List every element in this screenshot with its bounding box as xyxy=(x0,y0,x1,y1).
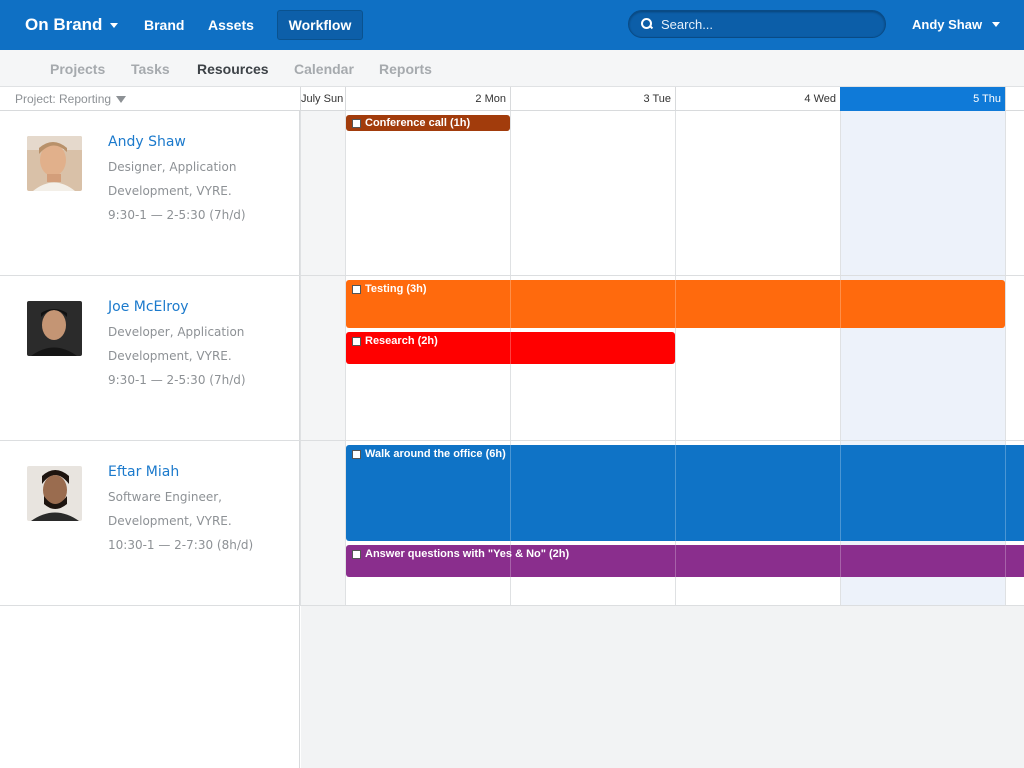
day-header-thu: 5 Thu xyxy=(840,87,1005,111)
person-name[interactable]: Eftar Miah xyxy=(108,464,179,480)
person-role: Developer, Application xyxy=(108,325,245,339)
search-icon xyxy=(641,18,653,30)
person-department: Development, VYRE. xyxy=(108,514,232,528)
chevron-down-icon xyxy=(992,22,1001,27)
day-header-tue: 3 Tue xyxy=(510,87,675,111)
sub-navigation: Projects Tasks Resources Calendar Report… xyxy=(0,50,1024,87)
event-label: Research (2h) xyxy=(365,335,438,347)
event-walk-around-office[interactable]: Walk around the office (6h) xyxy=(346,445,1024,541)
event-day-divider xyxy=(675,545,676,577)
day-header-wed: 4 Wed xyxy=(675,87,840,111)
nav-brand[interactable]: Brand xyxy=(144,17,184,33)
user-menu[interactable]: Andy Shaw xyxy=(912,17,1001,32)
event-conference-call[interactable]: Conference call (1h) xyxy=(346,115,510,131)
event-answer-questions[interactable]: Answer questions with "Yes & No" (2h) xyxy=(346,545,1024,577)
brand-label: On Brand xyxy=(25,15,103,34)
day-column-sun[interactable] xyxy=(300,111,345,606)
top-bar: On Brand Brand Assets Workflow Andy Shaw xyxy=(0,0,1024,50)
chevron-down-icon xyxy=(110,22,119,28)
event-day-divider xyxy=(510,280,511,328)
tab-tasks[interactable]: Tasks xyxy=(131,61,170,77)
search-box xyxy=(628,10,886,38)
person-hours: 9:30-1 — 2-5:30 (7h/d) xyxy=(108,208,246,222)
avatar xyxy=(27,301,82,356)
tab-resources[interactable]: Resources xyxy=(197,61,269,77)
person-name[interactable]: Joe McElroy xyxy=(108,299,189,315)
event-label: Testing (3h) xyxy=(365,283,427,295)
event-label: Conference call (1h) xyxy=(365,117,471,129)
person-hours: 9:30-1 — 2-5:30 (7h/d) xyxy=(108,373,246,387)
event-day-divider xyxy=(675,280,676,328)
event-day-divider xyxy=(840,445,841,541)
checkbox[interactable] xyxy=(352,450,361,459)
event-day-divider xyxy=(1005,445,1006,541)
tab-projects[interactable]: Projects xyxy=(50,61,105,77)
event-day-divider xyxy=(840,545,841,577)
tab-calendar[interactable]: Calendar xyxy=(294,61,354,77)
person-role: Software Engineer, xyxy=(108,490,222,504)
event-label: Walk around the office (6h) xyxy=(365,448,506,460)
person-department: Development, VYRE. xyxy=(108,349,232,363)
user-name: Andy Shaw xyxy=(912,17,983,32)
avatar xyxy=(27,466,82,521)
event-day-divider xyxy=(840,280,841,328)
tab-reports[interactable]: Reports xyxy=(379,61,432,77)
checkbox[interactable] xyxy=(352,550,361,559)
row-divider xyxy=(0,605,1024,606)
checkbox[interactable] xyxy=(352,285,361,294)
calendar-header: Project: Reporting July Sun 2 Mon 3 Tue … xyxy=(0,87,1024,111)
avatar xyxy=(27,136,82,191)
brand-menu[interactable]: On Brand xyxy=(25,15,119,35)
day-header-sun: July Sun xyxy=(300,87,345,111)
checkbox[interactable] xyxy=(352,119,361,128)
project-filter-label: Project: Reporting xyxy=(15,92,112,106)
event-label: Answer questions with "Yes & No" (2h) xyxy=(365,548,570,560)
event-day-divider xyxy=(510,332,511,364)
nav-assets[interactable]: Assets xyxy=(208,17,254,33)
person-department: Development, VYRE. xyxy=(108,184,232,198)
row-divider xyxy=(0,440,1024,441)
event-day-divider xyxy=(510,545,511,577)
checkbox[interactable] xyxy=(352,337,361,346)
triangle-down-icon xyxy=(116,95,127,103)
project-filter[interactable]: Project: Reporting xyxy=(15,92,127,106)
person-hours: 10:30-1 — 2-7:30 (8h/d) xyxy=(108,538,254,552)
event-day-divider xyxy=(510,445,511,541)
event-day-divider xyxy=(675,445,676,541)
event-day-divider xyxy=(1005,545,1006,577)
empty-area xyxy=(301,606,1024,768)
person-name[interactable]: Andy Shaw xyxy=(108,134,186,150)
nav-workflow[interactable]: Workflow xyxy=(277,10,363,40)
day-header-fri xyxy=(1005,87,1024,111)
person-role: Designer, Application xyxy=(108,160,237,174)
search-input[interactable] xyxy=(661,16,881,32)
day-header-mon: 2 Mon xyxy=(345,87,510,111)
row-divider xyxy=(0,275,1024,276)
